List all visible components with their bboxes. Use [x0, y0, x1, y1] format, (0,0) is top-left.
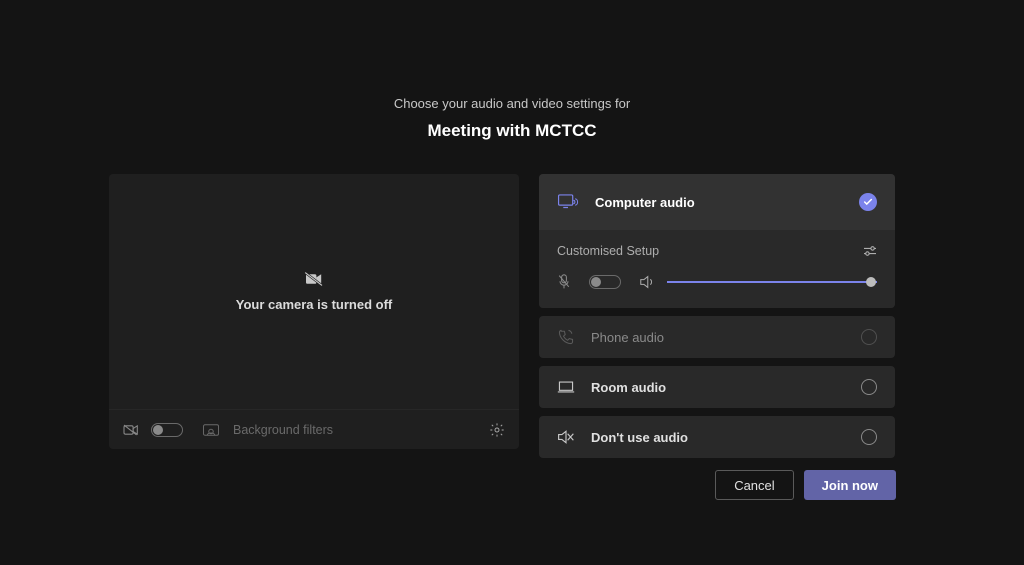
- customised-setup-header: Customised Setup: [557, 244, 877, 258]
- header: Choose your audio and video settings for…: [0, 0, 1024, 141]
- computer-audio-icon: [557, 193, 579, 211]
- background-filters-button[interactable]: Background filters: [233, 423, 333, 437]
- speaker-icon: [639, 275, 655, 289]
- radio-checked-icon: [859, 193, 877, 211]
- settings-sliders-icon[interactable]: [863, 245, 877, 257]
- video-panel: Your camera is turned off: [109, 174, 519, 449]
- camera-toggle[interactable]: [151, 423, 183, 437]
- audio-option-room-label: Room audio: [591, 380, 845, 395]
- camera-toggle-icon[interactable]: [121, 420, 141, 440]
- customised-setup-label: Customised Setup: [557, 244, 659, 258]
- room-audio-icon: [557, 379, 575, 395]
- audio-option-room[interactable]: Room audio: [539, 366, 895, 408]
- audio-option-phone-label: Phone audio: [591, 330, 845, 345]
- radio-unchecked-icon: [861, 379, 877, 395]
- main-panels: Your camera is turned off: [109, 174, 895, 458]
- mic-volume-row: [557, 274, 877, 290]
- footer-buttons: Cancel Join now: [715, 470, 896, 500]
- join-now-button[interactable]: Join now: [804, 470, 896, 500]
- audio-option-computer-label: Computer audio: [595, 195, 843, 210]
- volume-slider[interactable]: [667, 281, 877, 283]
- page-title: Meeting with MCTCC: [0, 121, 1024, 141]
- video-preview-area: Your camera is turned off: [109, 174, 519, 409]
- device-settings-button[interactable]: [487, 420, 507, 440]
- mic-toggle-knob: [591, 277, 601, 287]
- volume-slider-thumb[interactable]: [866, 277, 876, 287]
- background-filters-icon[interactable]: [201, 420, 221, 440]
- audio-option-none-label: Don't use audio: [591, 430, 845, 445]
- radio-unchecked-icon: [861, 329, 877, 345]
- audio-computer-group: Computer audio Customised Setup: [539, 174, 895, 308]
- audio-panel: Computer audio Customised Setup: [539, 174, 895, 458]
- mic-off-icon[interactable]: [557, 274, 571, 290]
- customised-setup-section: Customised Setup: [539, 230, 895, 308]
- cancel-button[interactable]: Cancel: [715, 470, 793, 500]
- header-subtitle: Choose your audio and video settings for: [0, 96, 1024, 111]
- video-controls-bar: Background filters: [109, 409, 519, 449]
- volume-control: [639, 275, 877, 289]
- audio-option-none[interactable]: Don't use audio: [539, 416, 895, 458]
- no-audio-icon: [557, 429, 575, 445]
- prejoin-screen: Choose your audio and video settings for…: [0, 0, 1024, 565]
- audio-option-phone: Phone audio: [539, 316, 895, 358]
- mic-toggle[interactable]: [589, 275, 621, 289]
- phone-audio-icon: [557, 328, 575, 346]
- camera-off-icon: [304, 271, 324, 287]
- radio-unchecked-icon: [861, 429, 877, 445]
- camera-toggle-knob: [153, 425, 163, 435]
- camera-off-label: Your camera is turned off: [236, 297, 393, 312]
- audio-option-computer[interactable]: Computer audio: [539, 174, 895, 230]
